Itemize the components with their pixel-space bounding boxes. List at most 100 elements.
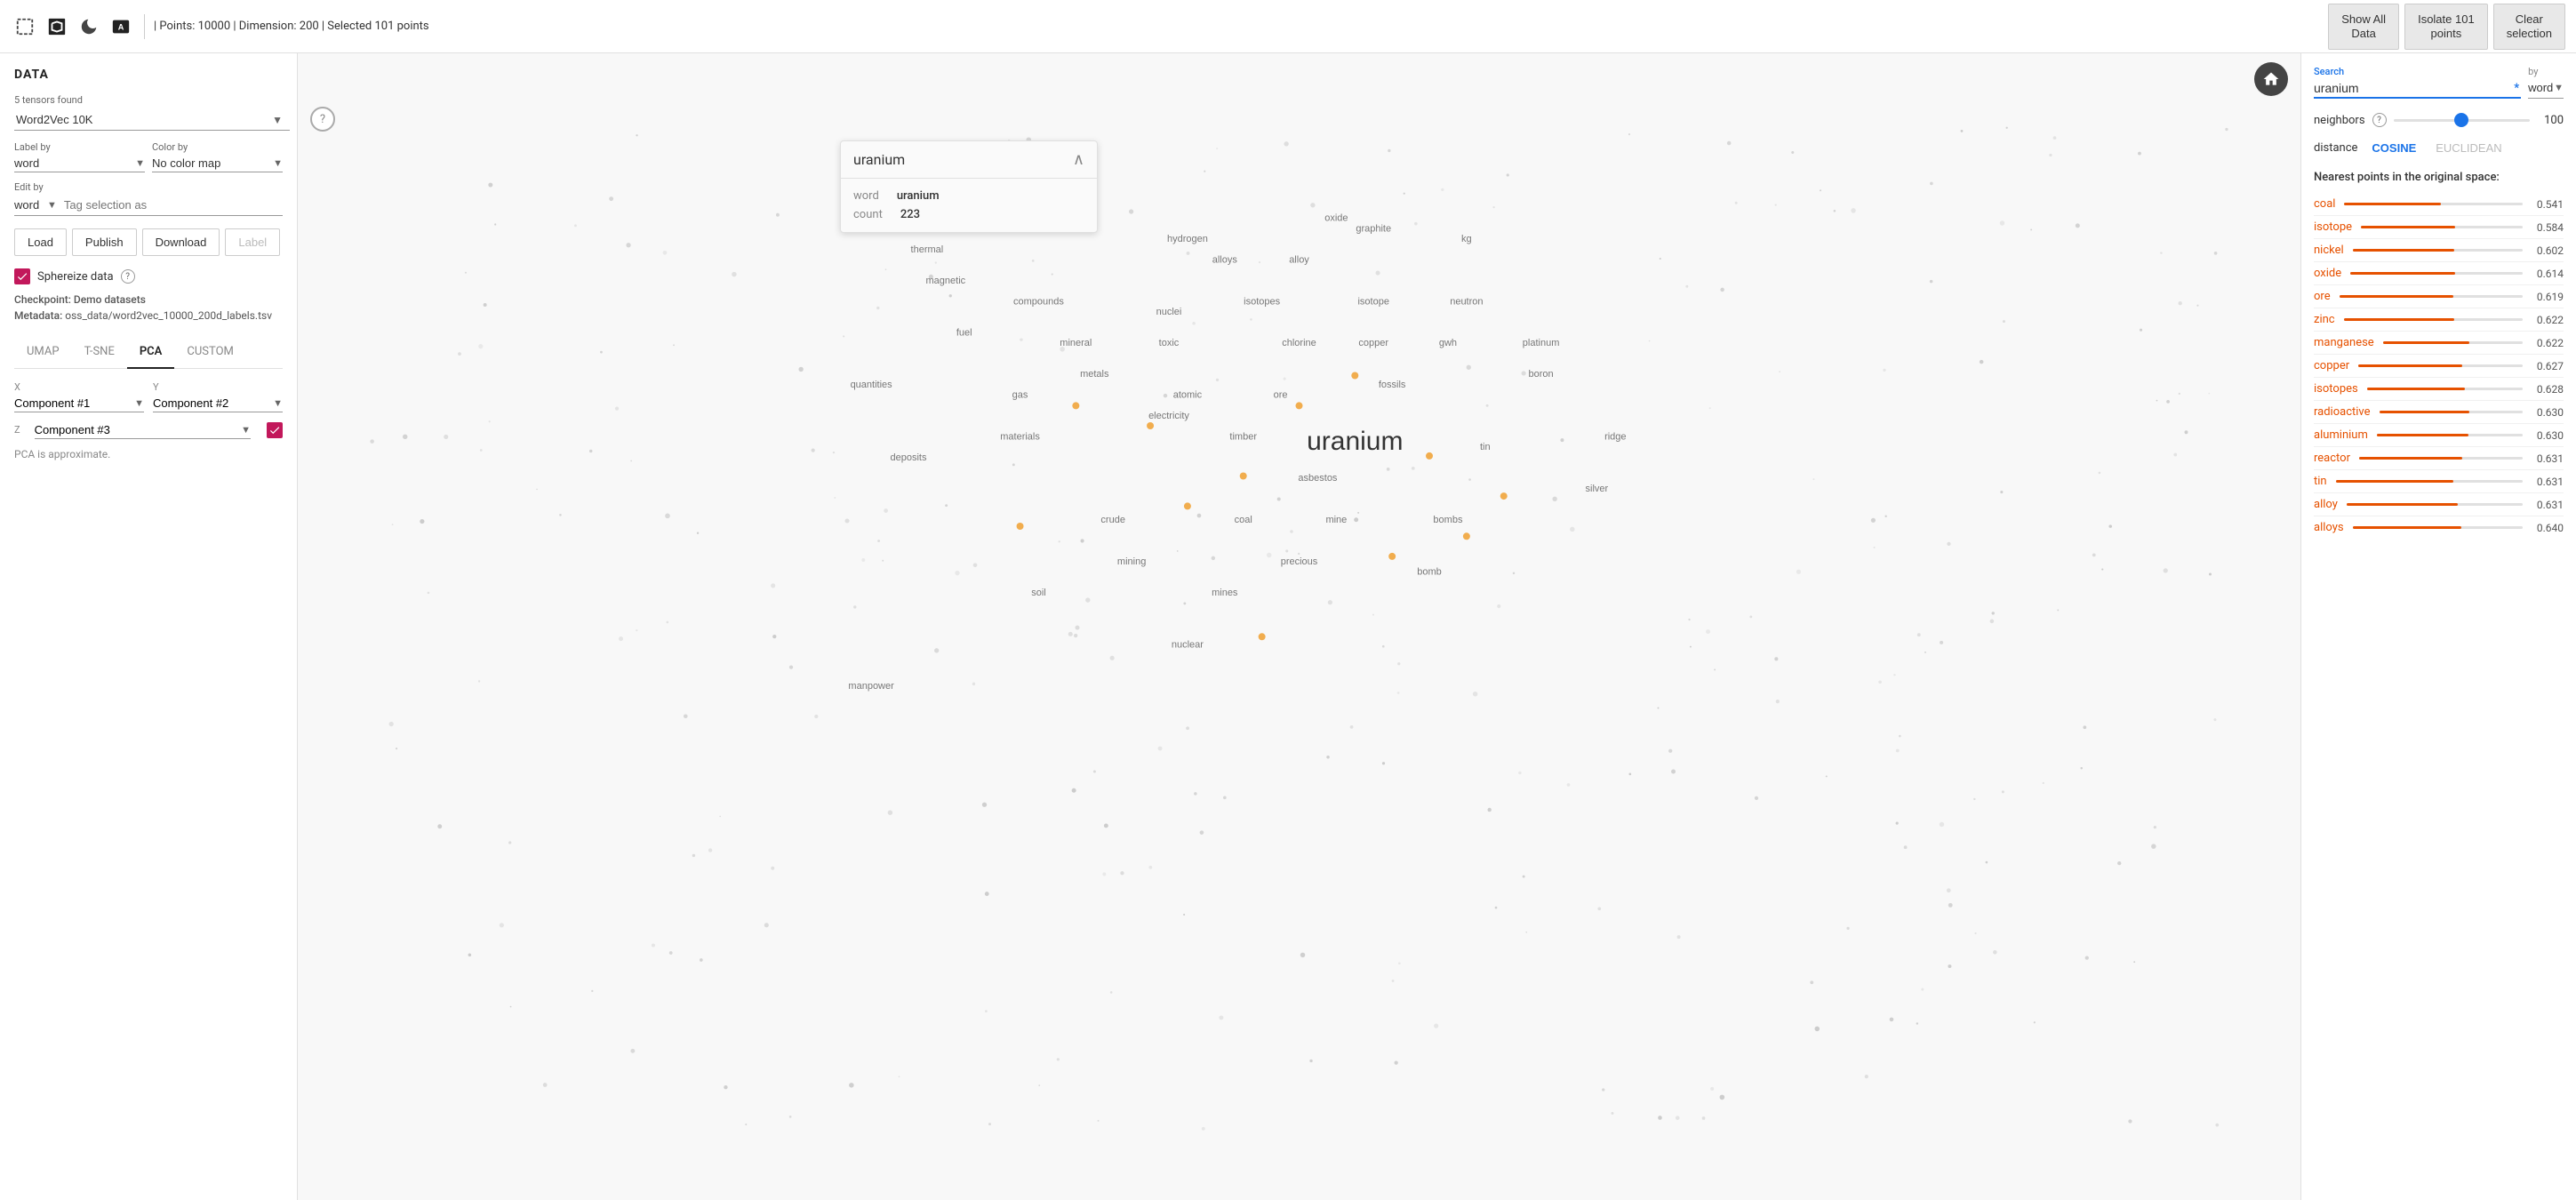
svg-text:graphite: graphite: [1356, 223, 1391, 234]
nearest-item-bar: [2358, 364, 2461, 367]
nearest-item-bar-wrap: [2344, 318, 2523, 321]
nearest-item-name[interactable]: radioactive: [2314, 405, 2371, 419]
nearest-item-name[interactable]: nickel: [2314, 244, 2344, 257]
svg-text:mining: mining: [1117, 556, 1146, 567]
right-panel: Search * by word ▼: [2300, 53, 2576, 1200]
tooltip-close-button[interactable]: ∧: [1073, 150, 1084, 169]
scatter-plot[interactable]: ionsoxidethermalhydrogengraphitemagnetic…: [298, 53, 2300, 1200]
nearest-item-bar-wrap: [2336, 480, 2523, 483]
euclidean-button[interactable]: EUCLIDEAN: [2430, 140, 2507, 156]
select-lasso-icon[interactable]: [43, 12, 71, 41]
y-axis-select[interactable]: Component #2: [153, 396, 273, 410]
z-axis-select[interactable]: Component #3: [35, 423, 238, 436]
clear-selection-button[interactable]: Clear selection: [2493, 4, 2565, 50]
tab-custom[interactable]: CUSTOM: [174, 336, 245, 369]
sphereize-help-icon[interactable]: ?: [121, 269, 135, 284]
search-clear-button[interactable]: *: [2514, 82, 2519, 95]
z-axis-checkbox[interactable]: [267, 422, 283, 438]
nearest-item-score: 0.630: [2532, 429, 2564, 442]
home-button-canvas[interactable]: [2254, 62, 2288, 96]
search-input-row: *: [2314, 81, 2521, 99]
slider-container: [2394, 119, 2530, 122]
nearest-list-item: isotopes0.628: [2314, 378, 2564, 401]
edit-by-tag-row: word ▼: [14, 195, 283, 216]
pca-note: PCA is approximate.: [14, 448, 283, 460]
nearest-item-bar-wrap: [2358, 364, 2523, 367]
edit-by-row: Edit by word ▼: [14, 181, 283, 216]
by-select[interactable]: word: [2528, 81, 2554, 94]
nearest-item-name[interactable]: isotopes: [2314, 382, 2358, 396]
svg-text:asbestos: asbestos: [1298, 473, 1338, 484]
cosine-button[interactable]: COSINE: [2366, 140, 2421, 156]
tab-tsne[interactable]: T-SNE: [72, 336, 127, 369]
nearest-list-item: zinc0.622: [2314, 308, 2564, 332]
svg-text:silver: silver: [1586, 484, 1609, 494]
nearest-item-bar: [2353, 526, 2462, 529]
nearest-list-item: radioactive0.630: [2314, 401, 2564, 424]
svg-text:bombs: bombs: [1433, 515, 1463, 525]
nearest-item-bar-wrap: [2353, 249, 2523, 252]
svg-text:coal: coal: [1235, 515, 1252, 525]
isolate-points-button[interactable]: Isolate 101 points: [2404, 4, 2488, 50]
label-color-row: Label by word ▼ Color by No color map: [14, 141, 283, 172]
svg-text:isotope: isotope: [1357, 296, 1388, 307]
night-mode-icon[interactable]: [75, 12, 103, 41]
help-float-button[interactable]: ?: [310, 107, 335, 132]
load-button[interactable]: Load: [14, 228, 67, 256]
tooltip-body: word uranium count 223: [841, 179, 1097, 232]
nearest-item-name[interactable]: isotope: [2314, 220, 2352, 234]
tab-umap[interactable]: UMAP: [14, 336, 72, 369]
search-input[interactable]: [2314, 81, 2514, 95]
nearest-item-name[interactable]: copper: [2314, 359, 2349, 372]
select-rect-icon[interactable]: [11, 12, 39, 41]
nearest-item-name[interactable]: zinc: [2314, 313, 2335, 326]
panel-title: DATA: [14, 68, 283, 82]
label-by-select[interactable]: word: [14, 156, 135, 170]
download-button[interactable]: Download: [142, 228, 220, 256]
nearest-item-name[interactable]: manganese: [2314, 336, 2374, 349]
neighbors-slider[interactable]: [2394, 119, 2530, 122]
search-label: Search: [2314, 66, 2344, 77]
nearest-item-bar: [2380, 411, 2470, 413]
nearest-item-bar-wrap: [2344, 203, 2523, 205]
nearest-item-name[interactable]: reactor: [2314, 452, 2350, 465]
distance-label: distance: [2314, 141, 2357, 155]
label-button[interactable]: Label: [225, 228, 280, 256]
svg-text:compounds: compounds: [1013, 296, 1064, 307]
nearest-item-name[interactable]: alloy: [2314, 498, 2338, 511]
label-icon[interactable]: A: [107, 12, 135, 41]
nearest-item-bar-wrap: [2340, 295, 2523, 298]
svg-text:fossils: fossils: [1379, 380, 1406, 390]
sphereize-checkbox[interactable]: [14, 268, 30, 284]
x-axis-select[interactable]: Component #1: [14, 396, 134, 410]
color-by-select[interactable]: No color map: [152, 156, 273, 170]
y-axis-label: Y: [153, 381, 283, 393]
tag-selection-input[interactable]: [64, 198, 283, 212]
neighbors-help-icon[interactable]: ?: [2372, 113, 2387, 127]
svg-text:electricity: electricity: [1148, 411, 1189, 421]
metadata-row: Metadata: oss_data/word2vec_10000_200d_l…: [14, 309, 283, 322]
tab-pca[interactable]: PCA: [127, 336, 175, 369]
points-info: | Points: 10000 | Dimension: 200 | Selec…: [154, 20, 429, 33]
svg-text:thermal: thermal: [911, 244, 944, 255]
nearest-item-name[interactable]: coal: [2314, 197, 2335, 211]
svg-text:A: A: [118, 22, 124, 31]
nearest-item-name[interactable]: alloys: [2314, 521, 2344, 534]
nearest-item-name[interactable]: tin: [2314, 475, 2327, 488]
nearest-item-name[interactable]: oxide: [2314, 267, 2341, 280]
nearest-item-name[interactable]: ore: [2314, 290, 2331, 303]
show-all-data-button[interactable]: Show All Data: [2328, 4, 2399, 50]
nearest-item-bar: [2347, 503, 2458, 506]
nearest-item-bar: [2340, 295, 2453, 298]
svg-text:manpower: manpower: [848, 681, 894, 692]
nearest-item-bar: [2344, 318, 2455, 321]
publish-button[interactable]: Publish: [72, 228, 137, 256]
nearest-item-bar-wrap: [2377, 434, 2523, 436]
svg-text:ore: ore: [1274, 390, 1288, 401]
svg-text:timber: timber: [1229, 431, 1257, 442]
nearest-item-name[interactable]: aluminium: [2314, 428, 2368, 442]
edit-by-select[interactable]: word: [14, 198, 40, 212]
tooltip-key-word: word: [853, 189, 879, 203]
nearest-list-item: ore0.619: [2314, 285, 2564, 308]
dataset-select[interactable]: Word2Vec 10K: [14, 109, 290, 131]
